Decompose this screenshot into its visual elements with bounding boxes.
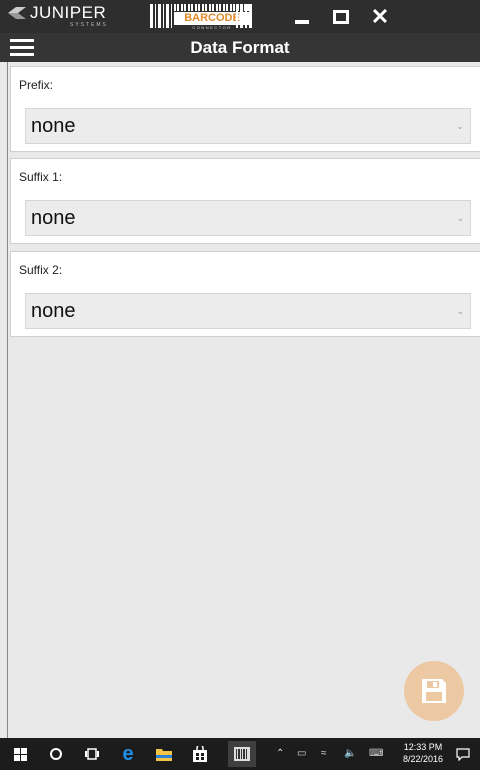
windows-taskbar: e ⌃ ▭ ≈ 🔈 ⌨ 12:33 PM 8/22/2016 bbox=[0, 738, 480, 770]
save-button[interactable] bbox=[404, 661, 464, 721]
suffix-1-label: Suffix 1: bbox=[19, 170, 63, 184]
barcode-app-icon bbox=[234, 747, 250, 761]
task-view-icon bbox=[85, 748, 99, 760]
notification-icon bbox=[456, 747, 470, 761]
clock-time: 12:33 PM bbox=[403, 742, 443, 752]
chevron-up-icon[interactable]: ⌃ bbox=[276, 748, 284, 759]
close-button[interactable]: ✕ bbox=[360, 0, 400, 33]
minimize-button[interactable] bbox=[282, 0, 322, 33]
app-header: Data Format bbox=[0, 33, 480, 62]
suffix-1-select[interactable]: none ⌄ bbox=[25, 200, 471, 236]
prefix-label: Prefix: bbox=[19, 78, 54, 92]
save-icon bbox=[422, 679, 446, 703]
brand-name: JUNIPER bbox=[30, 3, 107, 22]
file-explorer-button[interactable] bbox=[154, 744, 174, 764]
action-center-button[interactable] bbox=[453, 744, 473, 764]
suffix-2-select[interactable]: none ⌄ bbox=[25, 293, 471, 329]
prefix-card: Prefix: none ⌄ bbox=[10, 66, 480, 152]
wifi-icon[interactable]: ≈ bbox=[321, 748, 327, 759]
juniper-mark-icon bbox=[8, 7, 26, 19]
barcode-bars-right bbox=[236, 4, 252, 28]
edge-icon: e bbox=[122, 743, 134, 765]
windows-logo-icon bbox=[13, 747, 27, 761]
window-title-bar: JUNIPER SYSTEMS BARCODE CONNECTOR ✕ bbox=[0, 0, 480, 33]
start-button[interactable] bbox=[10, 744, 30, 764]
store-bag-icon bbox=[193, 746, 207, 762]
main-content: Prefix: none ⌄ Suffix 1: none ⌄ Suffix 2… bbox=[7, 62, 480, 738]
volume-icon[interactable]: 🔈 bbox=[344, 748, 356, 759]
suffix-2-value: none bbox=[31, 300, 76, 322]
keyboard-icon[interactable]: ⌨ bbox=[369, 748, 383, 759]
prefix-select[interactable]: none ⌄ bbox=[25, 108, 471, 144]
battery-icon[interactable]: ▭ bbox=[297, 748, 306, 759]
clock-date: 8/22/2016 bbox=[402, 754, 444, 764]
system-clock[interactable]: 12:33 PM 8/22/2016 bbox=[396, 741, 450, 765]
task-view-button[interactable] bbox=[82, 744, 102, 764]
folder-icon bbox=[156, 749, 172, 761]
brand-subtitle: SYSTEMS bbox=[70, 22, 108, 28]
suffix-2-label: Suffix 2: bbox=[19, 263, 63, 277]
maximize-icon bbox=[333, 9, 349, 24]
store-button[interactable] bbox=[190, 744, 210, 764]
close-icon: ✕ bbox=[370, 3, 390, 29]
maximize-button[interactable] bbox=[321, 0, 361, 33]
search-button[interactable] bbox=[46, 744, 66, 764]
chevron-down-icon: ⌄ bbox=[456, 121, 464, 131]
suffix-1-value: none bbox=[31, 207, 76, 229]
barcode-bars-left bbox=[150, 4, 172, 28]
suffix-2-card: Suffix 2: none ⌄ bbox=[10, 251, 480, 337]
chevron-down-icon: ⌄ bbox=[456, 213, 464, 223]
edge-browser-button[interactable]: e bbox=[118, 744, 138, 764]
suffix-1-card: Suffix 1: none ⌄ bbox=[10, 158, 480, 244]
chevron-down-icon: ⌄ bbox=[456, 306, 464, 316]
barcode-app-taskbar-button[interactable] bbox=[228, 741, 256, 767]
prefix-value: none bbox=[31, 115, 76, 137]
page-title: Data Format bbox=[190, 38, 290, 57]
barcode-connector-logo: BARCODE CONNECTOR bbox=[150, 4, 266, 30]
minimize-icon bbox=[295, 19, 309, 24]
cortana-circle-icon bbox=[50, 748, 62, 760]
